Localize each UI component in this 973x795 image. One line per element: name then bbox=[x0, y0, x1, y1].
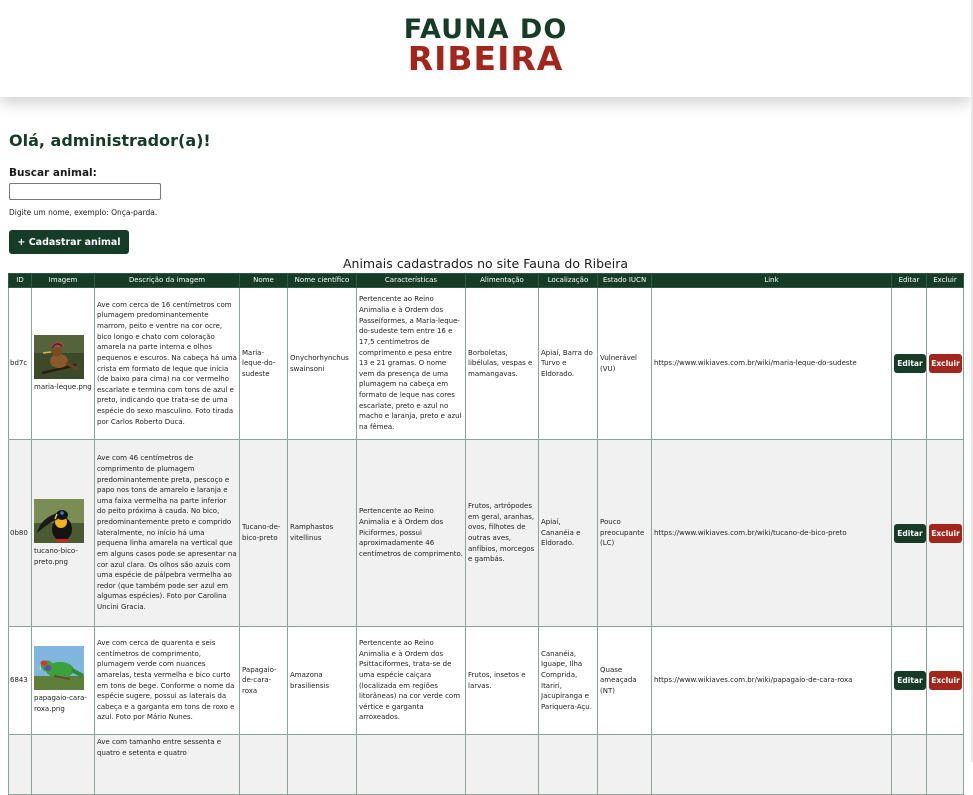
cell-description: Ave com cerca de 16 centímetros com plum… bbox=[94, 287, 240, 440]
cell-location bbox=[538, 734, 598, 795]
edit-button[interactable]: Editar bbox=[894, 671, 926, 690]
header-name: Nome bbox=[239, 273, 288, 288]
cell-image: maria-leque.png bbox=[31, 287, 95, 440]
site-header: FAUNA DO RIBEIRA bbox=[0, 0, 971, 97]
cell-name: Maria-leque-do-sudeste bbox=[239, 287, 288, 440]
cell-id bbox=[8, 734, 32, 795]
cell-name: Papagaio-de-cara-roxa bbox=[239, 626, 288, 735]
bird-photo-maria-leque bbox=[34, 334, 84, 379]
cell-description: Ave com 46 centímetros de comprimento de… bbox=[94, 439, 240, 627]
add-animal-button[interactable]: + Cadastrar animal bbox=[9, 230, 129, 254]
header-description: Descrição da imagem bbox=[94, 273, 240, 288]
cell-iucn: Quase ameaçada (NT) bbox=[597, 626, 652, 735]
cell-iucn bbox=[597, 734, 652, 795]
header-scientific-name: Nome científico bbox=[287, 273, 357, 288]
cell-iucn: Pouco preocupante (LC) bbox=[597, 439, 652, 627]
cell-edit: Editar bbox=[891, 626, 927, 735]
table-row: 6843 papagaio-cara-roxa.png Ave com cerc… bbox=[8, 626, 964, 735]
cell-delete: Excluir bbox=[926, 626, 964, 735]
cell-link[interactable]: https://www.wikiaves.com.br/wiki/papagai… bbox=[651, 626, 892, 735]
cell-location: Apiaí, Barra do Turvo e Eldorado. bbox=[538, 287, 598, 440]
table-row: bd7c maria-leque.png Ave com cerca de 16… bbox=[8, 287, 964, 440]
image-filename: tucano-bico-preto.png bbox=[34, 546, 78, 566]
cell-scientific-name bbox=[287, 734, 357, 795]
header-traits: Características bbox=[356, 273, 466, 288]
header-location: Localização bbox=[538, 273, 598, 288]
delete-button[interactable]: Excluir bbox=[929, 671, 962, 690]
cell-delete: Excluir bbox=[926, 439, 964, 627]
search-label: Buscar animal: bbox=[9, 167, 97, 179]
animals-table: ID Imagem Descrição da imagem Nome Nome … bbox=[8, 273, 964, 795]
image-filename: maria-leque.png bbox=[34, 382, 92, 391]
cell-description: Ave com tamanho entre sessenta e quatro … bbox=[94, 734, 240, 795]
cell-name bbox=[239, 734, 288, 795]
table-row: Ave com tamanho entre sessenta e quatro … bbox=[8, 734, 964, 795]
cell-link bbox=[651, 734, 892, 795]
search-input[interactable] bbox=[9, 183, 161, 200]
cell-delete: Excluir bbox=[926, 287, 964, 440]
table-caption: Animais cadastrados no site Fauna do Rib… bbox=[342, 256, 629, 271]
search-hint: Digite um nome, exemplo: Onça-parda. bbox=[9, 208, 158, 217]
header-diet: Alimentação bbox=[465, 273, 539, 288]
cell-diet: Frutos, insetos e larvas. bbox=[465, 626, 539, 735]
cell-edit bbox=[891, 734, 927, 795]
cell-edit: Editar bbox=[891, 287, 927, 440]
cell-link[interactable]: https://www.wikiaves.com.br/wiki/maria-l… bbox=[651, 287, 892, 440]
cell-name: Tucano-de-bico-preto bbox=[239, 439, 288, 627]
delete-button[interactable]: Excluir bbox=[929, 523, 962, 543]
cell-scientific-name: Ramphastos vitellinus bbox=[287, 439, 357, 627]
cell-image: tucano-bico-preto.png bbox=[31, 439, 95, 627]
header-link: Link bbox=[651, 273, 892, 288]
cell-id: bd7c bbox=[8, 287, 32, 440]
logo-line-2: RIBEIRA bbox=[407, 39, 564, 78]
delete-button[interactable]: Excluir bbox=[929, 354, 962, 373]
cell-id: 6843 bbox=[8, 626, 32, 735]
header-edit: Editar bbox=[891, 273, 927, 288]
cell-diet: Frutos, artrópodes em geral, aranhas, ov… bbox=[465, 439, 539, 627]
header-image: Imagem bbox=[31, 273, 95, 288]
cell-iucn: Vulnerável (VU) bbox=[597, 287, 652, 440]
cell-link[interactable]: https://www.wikiaves.com.br/wiki/tucano-… bbox=[651, 439, 892, 627]
header-delete: Excluir bbox=[926, 273, 964, 288]
cell-traits: Pertencente ao Reino Animalia e à Ordem … bbox=[356, 439, 466, 627]
cell-edit: Editar bbox=[891, 439, 927, 627]
bird-photo-papagaio bbox=[34, 646, 84, 691]
cell-image bbox=[31, 734, 95, 795]
cell-location: Apiaí, Cananéia e Eldorado. bbox=[538, 439, 598, 627]
cell-id: 0b80 bbox=[8, 439, 32, 627]
cell-scientific-name: Amazona brasiliensis bbox=[287, 626, 357, 735]
table-row: 0b80 tucano-bico-preto.png Ave com 46 ce… bbox=[8, 439, 964, 627]
cell-location: Cananéia, Iguape, Ilha Comprida, Itariri… bbox=[538, 626, 598, 735]
cell-description: Ave com cerca de quarenta e seis centíme… bbox=[94, 626, 240, 735]
site-logo[interactable]: FAUNA DO RIBEIRA bbox=[0, 16, 971, 75]
bird-photo-tucano bbox=[34, 498, 84, 543]
cell-traits: Pertencente ao Reino Animalia e à Ordem … bbox=[356, 626, 466, 735]
cell-image: papagaio-cara-roxa.png bbox=[31, 626, 95, 735]
cell-traits bbox=[356, 734, 466, 795]
cell-diet: Borboletas, libélulas, vespas e mamangav… bbox=[465, 287, 539, 440]
header-id: ID bbox=[8, 273, 32, 288]
edit-button[interactable]: Editar bbox=[894, 354, 926, 373]
cell-delete bbox=[926, 734, 964, 795]
table-header-row: ID Imagem Descrição da imagem Nome Nome … bbox=[8, 273, 964, 288]
cell-scientific-name: Onychorhynchus swainsoni bbox=[287, 287, 357, 440]
edit-button[interactable]: Editar bbox=[894, 523, 926, 543]
image-filename: papagaio-cara-roxa.png bbox=[34, 694, 87, 713]
header-iucn: Estado IUCN bbox=[597, 273, 652, 288]
cell-diet bbox=[465, 734, 539, 795]
greeting-title: Olá, administrador(a)! bbox=[9, 131, 211, 150]
cell-traits: Pertencente ao Reino Animalia e à Ordem … bbox=[356, 287, 466, 440]
